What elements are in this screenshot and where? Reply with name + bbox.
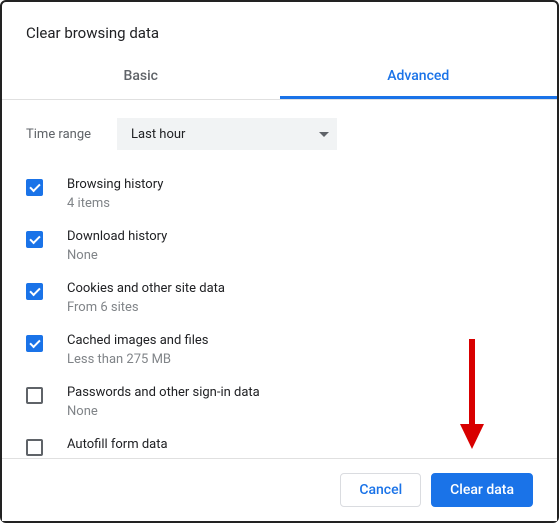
chevron-down-icon [319,132,329,137]
list-item: Browsing history 4 items [26,168,533,220]
checkbox[interactable] [26,179,43,196]
list-item: Cached images and files Less than 275 MB [26,324,533,376]
item-title: Passwords and other sign-in data [67,385,533,400]
dialog-footer: Cancel Clear data [2,458,557,521]
dialog-title: Clear browsing data [26,24,533,42]
item-title: Browsing history [67,177,533,192]
item-title: Autofill form data [67,437,533,452]
time-range-row: Time range Last hour [26,100,533,168]
item-text: Passwords and other sign-in data None [67,385,533,419]
time-range-value: Last hour [131,127,185,142]
item-subtitle: 4 items [67,196,533,211]
item-subtitle: Less than 275 MB [67,352,533,367]
checkbox[interactable] [26,335,43,352]
checkbox[interactable] [26,283,43,300]
item-subtitle: None [67,248,533,263]
tab-basic[interactable]: Basic [2,56,280,99]
item-text: Autofill form data [67,437,533,456]
item-text: Cookies and other site data From 6 sites [67,281,533,315]
checkbox[interactable] [26,231,43,248]
cancel-button[interactable]: Cancel [340,473,421,507]
item-title: Download history [67,229,533,244]
time-range-select[interactable]: Last hour [117,118,337,150]
tab-advanced[interactable]: Advanced [280,56,558,99]
item-text: Cached images and files Less than 275 MB [67,333,533,367]
item-subtitle: From 6 sites [67,300,533,315]
item-title: Cookies and other site data [67,281,533,296]
item-title: Cached images and files [67,333,533,348]
list-item: Cookies and other site data From 6 sites [26,272,533,324]
content-area[interactable]: Time range Last hour Browsing history 4 … [2,100,557,472]
item-text: Browsing history 4 items [67,177,533,211]
tabs: Basic Advanced [2,56,557,100]
list-item: Passwords and other sign-in data None [26,376,533,428]
clear-data-button[interactable]: Clear data [431,473,533,507]
checkbox[interactable] [26,439,43,456]
dialog-header: Clear browsing data [2,2,557,56]
time-range-label: Time range [26,127,91,142]
item-subtitle: None [67,404,533,419]
item-text: Download history None [67,229,533,263]
checkbox[interactable] [26,387,43,404]
list-item: Download history None [26,220,533,272]
